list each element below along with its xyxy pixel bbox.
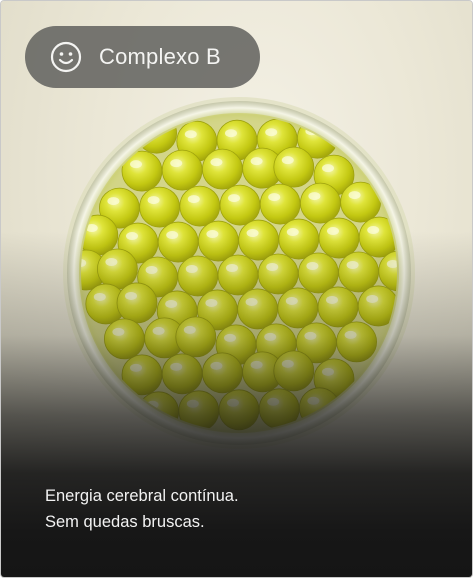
caption-text: Energia cerebral contínua. Sem quedas br… <box>45 483 239 535</box>
caption-line-2: Sem quedas bruscas. <box>45 513 205 531</box>
product-card[interactable]: Complexo B Energia cerebral contínua. Se… <box>0 0 473 578</box>
product-badge[interactable]: Complexo B <box>25 26 260 88</box>
smiley-icon <box>49 40 83 74</box>
caption-line-1: Energia cerebral contínua. <box>45 487 239 505</box>
product-name: Complexo B <box>99 44 221 69</box>
